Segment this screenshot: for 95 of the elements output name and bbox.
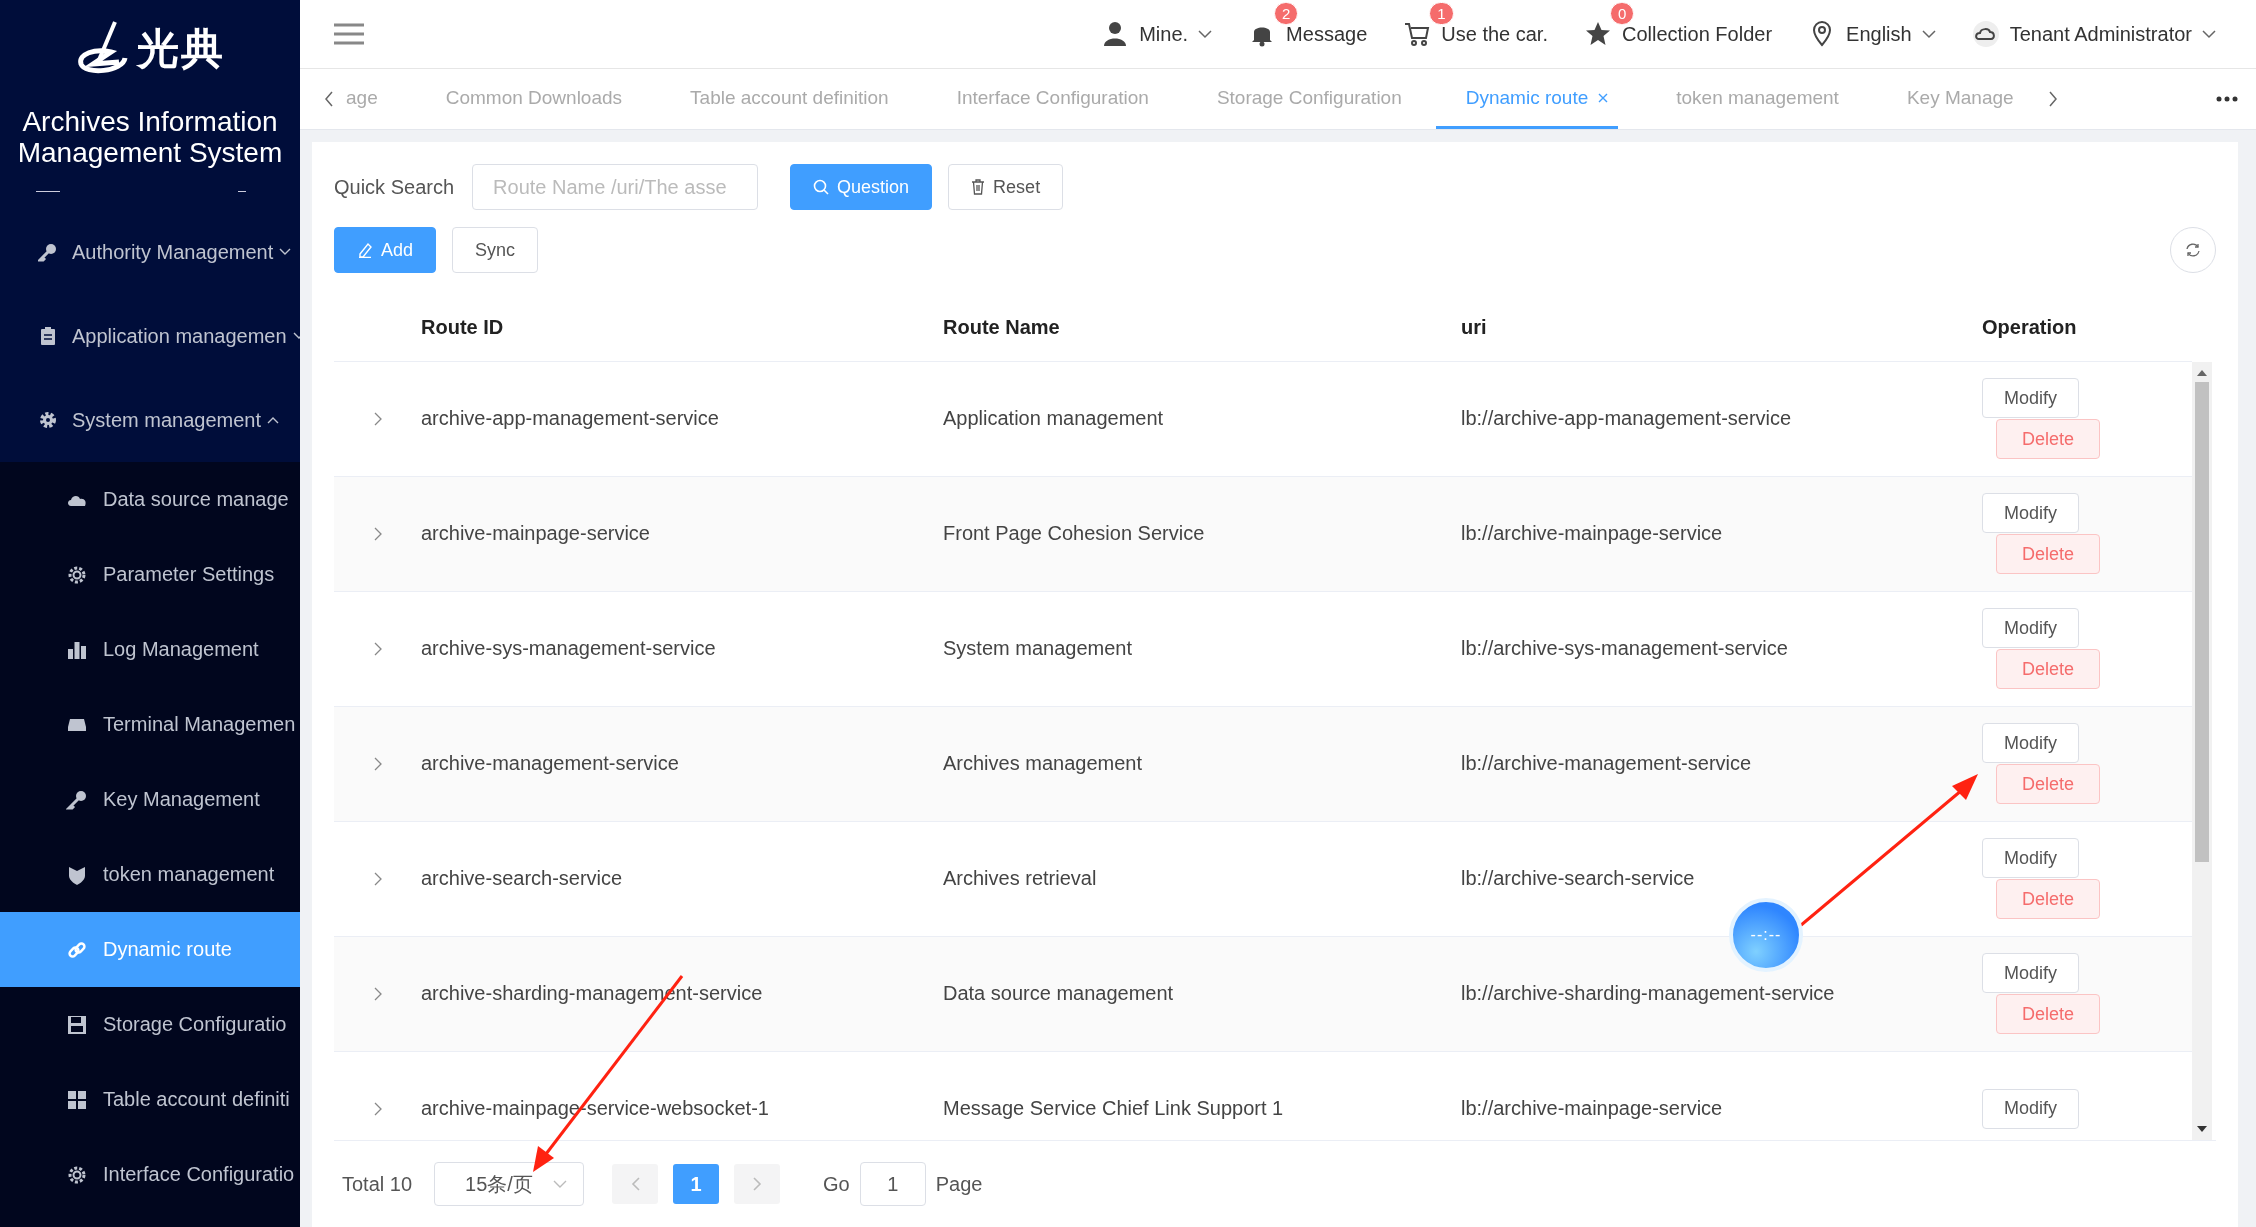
chevron-icon: [1921, 29, 1936, 39]
chevron-icon: [1198, 29, 1213, 39]
key-icon: [38, 242, 58, 262]
table-cell-text: archive-mainpage-service: [421, 522, 651, 546]
header-link[interactable]: Message: [1286, 22, 1368, 46]
header-link[interactable]: Mine.: [1139, 22, 1189, 46]
table-cell-text: lb://archive-sys-management-service: [1461, 637, 1789, 661]
scroll-up-icon[interactable]: [2197, 369, 2207, 376]
table-cell-text: Application management: [943, 407, 1165, 431]
reset-button[interactable]: Reset: [948, 164, 1064, 210]
expand-icon[interactable]: [373, 526, 382, 541]
refresh-button[interactable]: [2170, 227, 2216, 273]
search-label: Quick Search: [334, 175, 455, 199]
modify-button[interactable]: Modify: [1982, 378, 2079, 419]
logo-text: 光典: [137, 24, 225, 74]
sidebar-item[interactable]: Authority Management: [0, 210, 300, 294]
menu-icon[interactable]: [334, 23, 364, 45]
table-cell-text: lb://archive-management-service: [1461, 752, 1753, 776]
chevron-right-icon[interactable]: [2047, 91, 2058, 107]
table-cell-text: archive-management-service: [421, 752, 680, 776]
cloud-icon[interactable]: [1971, 20, 2000, 48]
table-cell-text: Data source management: [943, 982, 1175, 1006]
scroll-down-icon[interactable]: [2197, 1126, 2207, 1132]
sidebar-item[interactable]: Table account definiti: [0, 1062, 300, 1137]
trash-icon: [971, 179, 986, 195]
table-cell-text: Archives retrieval: [943, 867, 1098, 891]
grid-icon: [66, 1088, 88, 1111]
floppy-icon: [66, 1013, 88, 1036]
expand-icon[interactable]: [373, 411, 382, 426]
expand-icon[interactable]: [373, 986, 382, 1001]
table-cell-text: lb://archive-mainpage-service: [1461, 522, 1724, 546]
modify-button[interactable]: Modify: [1982, 953, 2079, 994]
table-cell-text: lb://archive-search-service: [1461, 867, 1696, 891]
sidebar-item[interactable]: Parameter Settings: [0, 537, 300, 612]
sidebar-item[interactable]: Key Management: [0, 762, 300, 837]
chevron-left-icon: [630, 1177, 640, 1191]
close-icon[interactable]: [1598, 92, 1609, 103]
app-title: Archives Information Management System: [0, 94, 300, 172]
more-icon[interactable]: [2216, 96, 2238, 102]
expand-icon[interactable]: [373, 756, 382, 771]
modify-button[interactable]: Modify: [1982, 608, 2079, 649]
table-cell-text: System management: [943, 637, 1133, 661]
sidebar-item[interactable]: Interface Configuratio: [0, 1137, 300, 1212]
modify-button[interactable]: Modify: [1982, 838, 2079, 879]
key-icon: [66, 788, 88, 811]
chevron-right-icon: [752, 1177, 762, 1191]
page-label: Page: [935, 1172, 983, 1196]
column-header: Operation: [1982, 316, 2078, 340]
page-input[interactable]: 1: [859, 1162, 926, 1206]
chevron-left-icon[interactable]: [324, 91, 334, 107]
expand-icon[interactable]: [373, 1101, 382, 1116]
table-cell-text: lb://archive-sharding-management-service: [1461, 982, 1836, 1006]
column-header: Route ID: [421, 316, 505, 340]
sidebar-item[interactable]: Data source manage: [0, 462, 300, 537]
column-header: uri: [1461, 316, 1488, 340]
scrollbar[interactable]: [2192, 361, 2212, 1140]
table-cell-text: archive-app-management-service: [421, 407, 720, 431]
sidebar-item[interactable]: Terminal Managemen: [0, 687, 300, 762]
count-badge: 0: [1610, 2, 1635, 25]
table-cell-text: Message Service Chief Link Support 1: [943, 1097, 1285, 1121]
search-field[interactable]: Route Name /uri/The asse: [472, 164, 759, 210]
cart-icon[interactable]: [1403, 20, 1432, 48]
sidebar-item[interactable]: System management: [0, 378, 300, 462]
sidebar-item[interactable]: Log Management: [0, 612, 300, 687]
pencil-icon: [357, 242, 373, 258]
modify-button[interactable]: Modify: [1982, 493, 2079, 534]
column-header: Route Name: [943, 316, 1061, 340]
expand-icon[interactable]: [373, 641, 382, 656]
count-badge: 1: [1429, 2, 1454, 25]
modify-button[interactable]: Modify: [1982, 1088, 2079, 1129]
table-cell-text: lb://archive-mainpage-service: [1461, 1097, 1724, 1121]
table-cell-text: lb://archive-app-management-service: [1461, 407, 1793, 431]
clipboard-icon: [38, 326, 58, 346]
table-cell-text: Front Page Cohesion Service: [943, 522, 1206, 546]
gear-icon: [38, 410, 58, 430]
sidebar-item[interactable]: Application managemen: [0, 294, 300, 378]
chevron-icon: [553, 1179, 568, 1189]
count-badge: 2: [1274, 2, 1299, 25]
header-link[interactable]: Collection Folder: [1622, 22, 1773, 46]
modify-button[interactable]: Modify: [1982, 723, 2079, 764]
table-cell-text: archive-sys-management-service: [421, 637, 717, 661]
search-icon: [813, 179, 830, 195]
chevron-icon: [2202, 29, 2216, 39]
table-cell-text: archive-search-service: [421, 867, 624, 891]
sidebar-item[interactable]: token management: [0, 837, 300, 912]
sync-button[interactable]: Sync: [452, 227, 539, 273]
table-cell-text: Archives management: [943, 752, 1143, 776]
header-link[interactable]: Use the car.: [1441, 22, 1548, 46]
expand-icon[interactable]: [373, 871, 382, 886]
header-link[interactable]: English: [1846, 22, 1912, 46]
goto-label: Go: [823, 1172, 850, 1196]
header-link[interactable]: Tenant Administrator: [2009, 22, 2192, 46]
total-count: Total 10: [342, 1172, 413, 1196]
sidebar-item[interactable]: Storage Configuratio: [0, 987, 300, 1062]
refresh-icon: [2185, 242, 2201, 258]
